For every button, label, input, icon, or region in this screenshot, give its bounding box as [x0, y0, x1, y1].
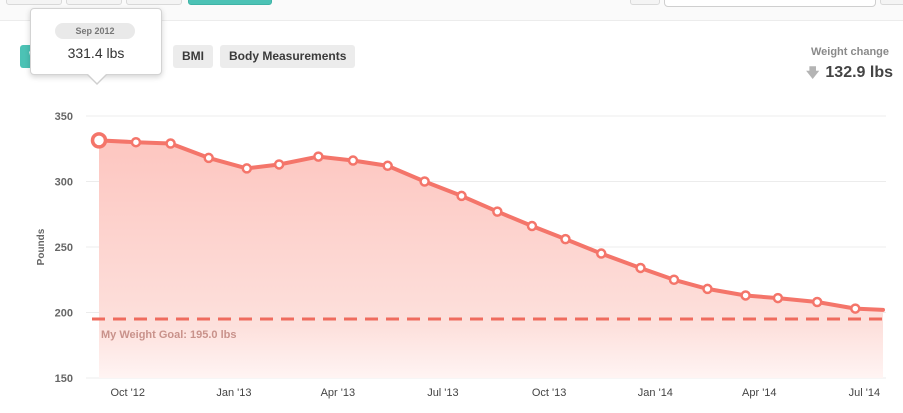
y-tick-label: 350 [55, 111, 73, 123]
data-point[interactable] [596, 248, 607, 259]
data-point[interactable] [526, 220, 538, 232]
data-tooltip: Sep 2012 331.4 lbs [30, 8, 162, 85]
x-tick-label: Oct '13 [532, 387, 567, 399]
y-tick-label: 150 [55, 373, 73, 385]
data-point[interactable] [382, 160, 393, 172]
data-point[interactable] [740, 290, 751, 301]
data-point[interactable] [456, 190, 467, 202]
data-point[interactable] [702, 283, 713, 295]
y-tick-label: 200 [55, 308, 73, 320]
tooltip-value: 331.4 lbs [67, 45, 125, 61]
y-tick-label: 300 [55, 177, 73, 189]
tooltip-date: Sep 2012 [55, 23, 135, 39]
data-point[interactable] [560, 233, 571, 245]
x-tick-label: Jul '14 [849, 387, 880, 399]
data-point[interactable] [313, 151, 324, 162]
x-tick-label: Jul '13 [427, 387, 458, 399]
data-point[interactable] [772, 292, 784, 304]
data-point[interactable] [811, 296, 823, 308]
data-point[interactable] [492, 206, 503, 217]
data-point[interactable] [130, 136, 142, 148]
x-tick-label: Apr '14 [742, 387, 777, 399]
data-point[interactable] [668, 274, 680, 285]
data-point[interactable] [850, 303, 861, 314]
x-tick-label: Jan '14 [638, 387, 673, 399]
y-axis-label: Pounds [36, 228, 47, 265]
data-point[interactable] [635, 262, 646, 274]
y-tick-label: 250 [55, 242, 73, 254]
data-point[interactable] [241, 163, 253, 174]
weight-area [99, 140, 883, 378]
x-tick-label: Jan '13 [216, 387, 251, 399]
data-point[interactable] [273, 159, 285, 170]
x-tick-label: Apr '13 [321, 387, 356, 399]
data-point[interactable] [347, 155, 359, 166]
data-point[interactable] [165, 138, 176, 149]
data-point[interactable] [419, 176, 430, 187]
x-tick-label: Oct '12 [110, 387, 145, 399]
goal-label: My Weight Goal: 195.0 lbs [101, 329, 237, 341]
highlighted-data-point[interactable] [90, 132, 108, 149]
data-point[interactable] [203, 152, 214, 164]
